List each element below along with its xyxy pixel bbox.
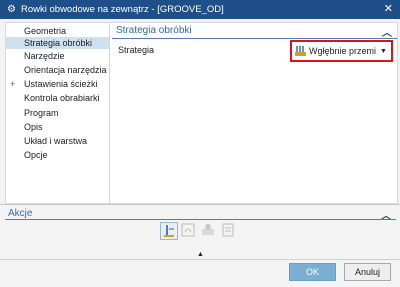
- gear-icon: ⚙: [7, 3, 16, 15]
- plunge-strategy-icon: [295, 46, 306, 56]
- bottom-divider: [0, 259, 400, 260]
- tree-item-kontrola-obrabiarki[interactable]: Kontrola obrabiarki: [6, 92, 109, 104]
- title-bar[interactable]: ⚙ Rowki obwodowe na zewnątrz - [GROOVE_O…: [0, 0, 400, 19]
- dialog-window: ⚙ Rowki obwodowe na zewnątrz - [GROOVE_O…: [0, 0, 400, 287]
- tree-item-strategia-obrobki[interactable]: Strategia obróbki: [6, 37, 109, 49]
- tree-item-narzedzie[interactable]: Narzędzie: [6, 50, 109, 62]
- list-icon: [222, 223, 234, 237]
- generate-path-button[interactable]: [160, 222, 178, 240]
- strategy-dropdown[interactable]: Wgłębnie przemi ▼: [295, 43, 388, 59]
- tree-item-ustawienia-sciezki[interactable]: + Ustawienia ścieżki: [6, 78, 109, 90]
- strategy-value: Wgłębnie przemi: [309, 46, 377, 56]
- dialog-content: Geometria Strategia obróbki Narzędzie Or…: [5, 22, 398, 204]
- generate-path-icon: [164, 225, 174, 237]
- ok-button[interactable]: OK: [289, 263, 336, 281]
- navigation-tree: Geometria Strategia obróbki Narzędzie Or…: [6, 23, 110, 203]
- collapse-chevron-icon[interactable]: ︿: [382, 24, 392, 39]
- actions-toolbar: [160, 222, 240, 242]
- replay-icon: [181, 223, 195, 237]
- tree-item-uklad-i-warstwa[interactable]: Układ i warstwa: [6, 135, 109, 147]
- section-header[interactable]: Strategia obróbki ︿: [116, 23, 396, 39]
- verify-path-button[interactable]: [200, 222, 218, 240]
- cancel-button[interactable]: Anuluj: [344, 263, 391, 281]
- verify-icon: [202, 224, 214, 235]
- actions-title: Akcje: [8, 208, 33, 219]
- expand-arrow-icon[interactable]: ▲: [197, 251, 204, 258]
- actions-divider: [5, 219, 396, 220]
- tree-item-opcje[interactable]: Opcje: [6, 149, 109, 161]
- list-path-button[interactable]: [220, 222, 238, 240]
- replay-path-button[interactable]: [180, 222, 198, 240]
- close-icon[interactable]: ✕: [384, 3, 393, 15]
- window-title: Rowki obwodowe na zewnątrz - [GROOVE_OD]: [21, 4, 224, 15]
- strategy-label: Strategia: [118, 45, 155, 55]
- tree-item-orientacja-narzedzia[interactable]: Orientacja narzędzia: [6, 64, 109, 76]
- dropdown-arrow-icon: ▼: [380, 47, 387, 55]
- tree-item-geometria[interactable]: Geometria: [6, 25, 109, 37]
- tree-item-opis[interactable]: Opis: [6, 121, 109, 133]
- expand-plus-icon[interactable]: +: [10, 78, 15, 90]
- section-divider: [112, 38, 397, 39]
- tree-item-program[interactable]: Program: [6, 107, 109, 119]
- section-title: Strategia obróbki: [116, 25, 192, 36]
